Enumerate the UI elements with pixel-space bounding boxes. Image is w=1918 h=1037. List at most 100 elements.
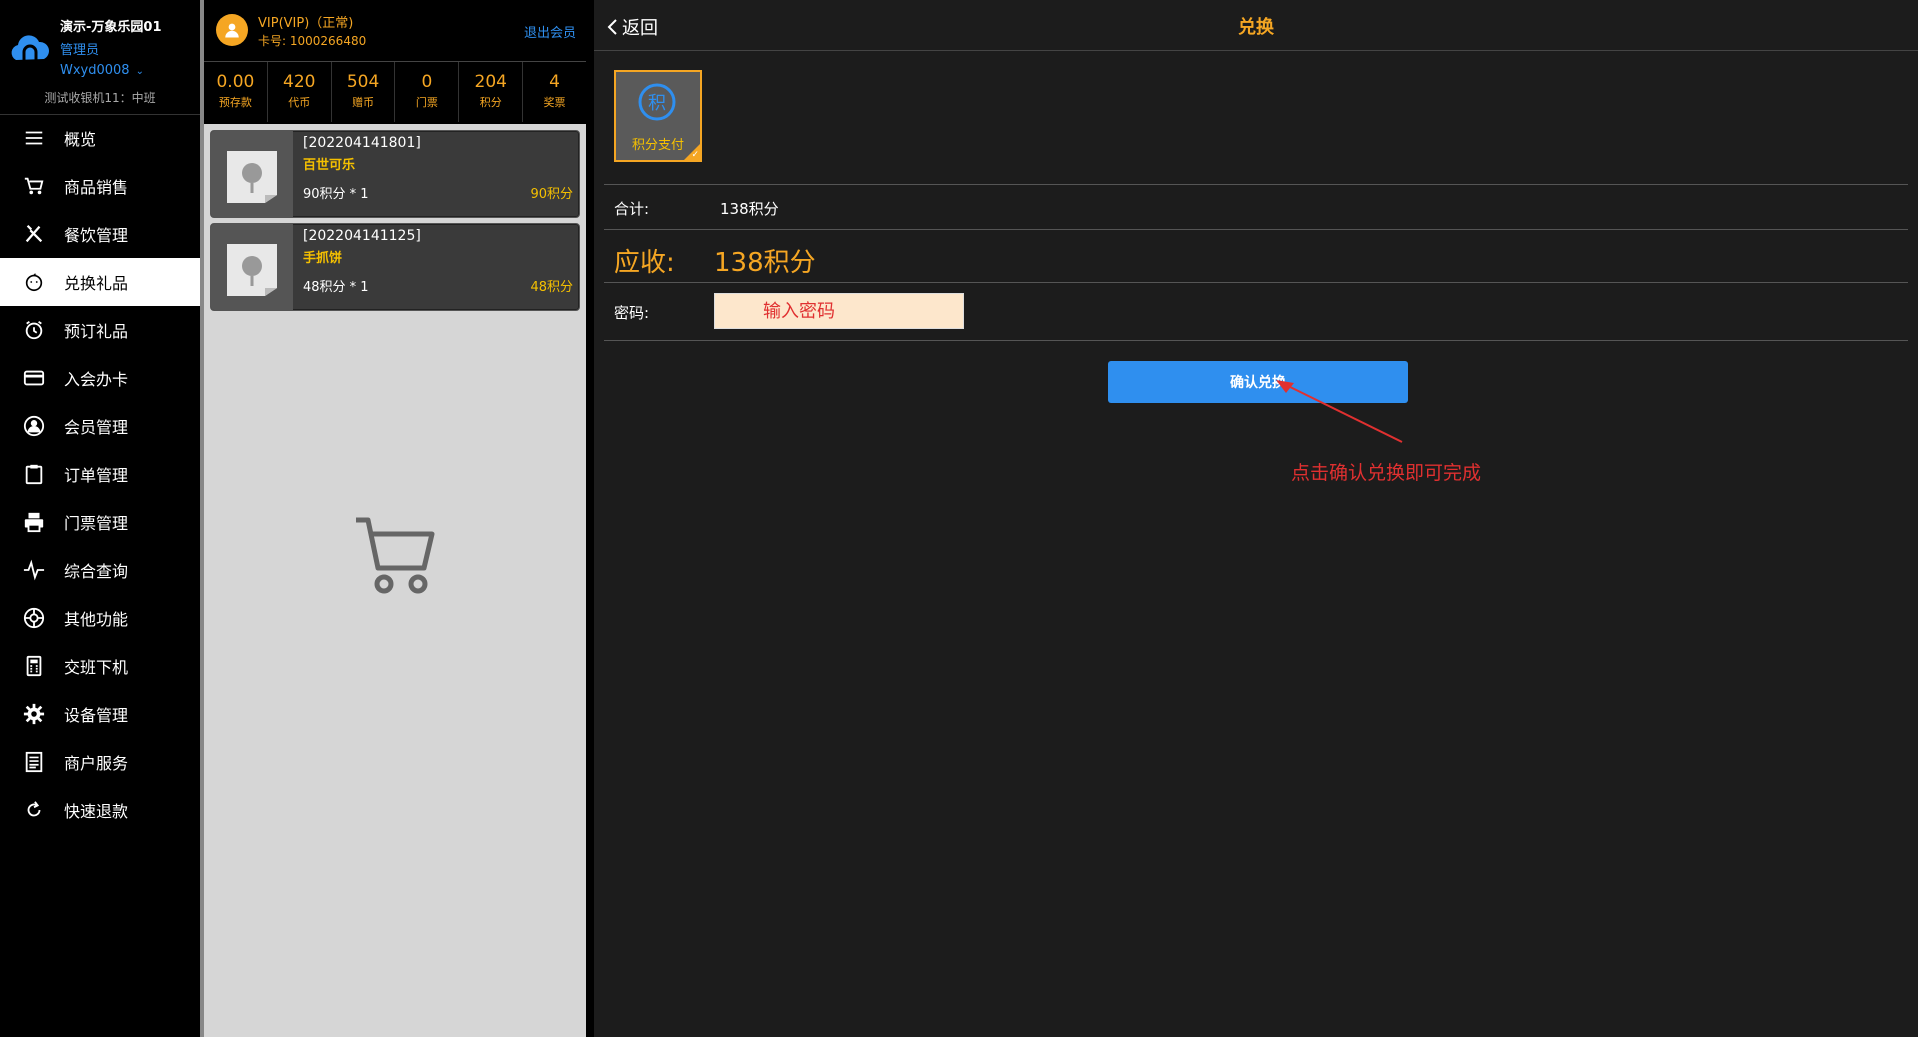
user-role: 管理员: [60, 43, 100, 58]
logout-member-link[interactable]: 退出会员: [524, 22, 576, 41]
divider: [604, 229, 1908, 230]
redeem-panel: 返回 兑换 积 积分支付 ✓ 合计: 138积分 应收: 138积分 密码: 确…: [594, 0, 1918, 1037]
fork-knife-icon: [22, 222, 46, 246]
top-bar: 返回 兑换: [594, 0, 1918, 51]
stat-value: 4: [549, 72, 560, 92]
stat-lottery-tickets: 4 奖票: [523, 62, 586, 122]
member-avatar-icon: [216, 14, 248, 46]
gear-icon: [22, 702, 46, 726]
menu-icon: [22, 126, 46, 150]
cart-item-price: 90积分: [530, 187, 573, 202]
sidebar-item-label: 商户服务: [64, 754, 129, 773]
product-placeholder-icon: [211, 131, 293, 217]
points-payment-option[interactable]: 积 积分支付 ✓: [614, 70, 702, 162]
page-title: 兑换: [1238, 17, 1274, 38]
sidebar-item-label: 商品销售: [64, 178, 129, 197]
cart-item-code: [202204141125]: [303, 228, 421, 244]
total-label: 合计:: [614, 200, 650, 218]
stat-value: 0.00: [216, 72, 255, 92]
cart-icon: [22, 174, 46, 198]
sidebar-item-label: 综合查询: [64, 562, 129, 581]
sidebar-item-shift-handover[interactable]: 交班下机: [0, 642, 200, 690]
sidebar-item-label: 兑换礼品: [64, 274, 129, 293]
cart-item-code: [202204141801]: [303, 135, 421, 151]
stat-value: 0: [421, 72, 433, 92]
annotation-text: 点击确认兑换即可完成: [1291, 462, 1482, 484]
user-menu[interactable]: Wxyd0008 ⌄: [60, 63, 144, 78]
sidebar-item-label: 预订礼品: [64, 322, 129, 341]
annotation-arrow-icon: [1276, 380, 1403, 443]
back-button[interactable]: 返回: [606, 14, 658, 40]
credit-card-icon: [22, 366, 46, 390]
amount-due-label: 应收:: [614, 248, 675, 278]
divider: [604, 282, 1908, 283]
sidebar-item-product-sales[interactable]: 商品销售: [0, 162, 200, 210]
refresh-icon: [22, 798, 46, 822]
sidebar-item-label: 概览: [64, 130, 97, 149]
user-icon: [22, 414, 46, 438]
sidebar: 演示-万象乐园01 管理员 Wxyd0008 ⌄ 测试收银机11：中班 概览 商品…: [0, 0, 200, 1037]
sidebar-item-other-functions[interactable]: 其他功能: [0, 594, 200, 642]
shift-info: 测试收银机11：中班: [44, 91, 156, 105]
product-placeholder-icon: [211, 224, 293, 310]
stat-label: 奖票: [543, 96, 566, 109]
card-number: 卡号: 1000266480: [258, 32, 366, 49]
stat-label: 门票: [415, 96, 438, 109]
stat-tokens: 420 代币: [268, 62, 332, 122]
cart-item-price: 48积分: [530, 280, 573, 295]
brand-header: 演示-万象乐园01 管理员 Wxyd0008 ⌄ 测试收银机11：中班: [0, 0, 200, 115]
cart-item[interactable]: [202204141801] 百世可乐 90积分 * 1 90积分: [210, 130, 580, 218]
stat-tickets: 0 门票: [395, 62, 460, 122]
stat-label: 代币: [288, 96, 311, 109]
chevron-left-icon: [607, 19, 617, 35]
sidebar-item-quick-refund[interactable]: 快速退款: [0, 786, 200, 834]
stat-value: 504: [346, 72, 380, 92]
cart-item-name: 百世可乐: [303, 158, 356, 173]
pulse-icon: [22, 558, 46, 582]
sidebar-item-catering[interactable]: 餐饮管理: [0, 210, 200, 258]
sidebar-item-order-management[interactable]: 订单管理: [0, 450, 200, 498]
cart-item-name: 手抓饼: [303, 251, 343, 266]
sidebar-item-merchant-service[interactable]: 商户服务: [0, 738, 200, 786]
stat-bonus-coins: 504 赠币: [332, 62, 396, 122]
sidebar-item-query[interactable]: 综合查询: [0, 546, 200, 594]
card-number-label: 卡号:: [258, 34, 287, 48]
member-info: VIP(VIP)（正常) 卡号: 1000266480 退出会员 0.00 预存款…: [204, 0, 586, 124]
cart-item[interactable]: [202204141125] 手抓饼 48积分 * 1 48积分: [210, 223, 580, 311]
amount-due-value: 138积分: [714, 248, 816, 278]
total-value: 138积分: [720, 200, 779, 218]
sidebar-item-ticket-management[interactable]: 门票管理: [0, 498, 200, 546]
back-label: 返回: [622, 18, 658, 39]
sidebar-item-label: 其他功能: [64, 610, 129, 629]
stat-value: 204: [474, 72, 507, 92]
divider: [604, 184, 1908, 185]
alarm-clock-icon: [22, 318, 46, 342]
cart-item-quantity: 48积分 * 1: [303, 280, 369, 295]
card-number-value: 1000266480: [289, 34, 367, 48]
sidebar-item-label: 门票管理: [64, 514, 129, 533]
chevron-down-icon: ⌄: [135, 66, 144, 77]
sidebar-item-membership-card[interactable]: 入会办卡: [0, 354, 200, 402]
password-label: 密码:: [614, 304, 650, 322]
sidebar-item-reserve-gift[interactable]: 预订礼品: [0, 306, 200, 354]
cloud-logo-icon: [11, 35, 49, 60]
sidebar-item-redeem-gift[interactable]: 兑换礼品: [0, 258, 200, 306]
sidebar-item-label: 餐饮管理: [64, 226, 129, 245]
points-badge-icon: 积: [638, 83, 676, 121]
sidebar-item-device-management[interactable]: 设备管理: [0, 690, 200, 738]
check-icon: ✓: [691, 150, 699, 160]
vip-level: VIP(VIP)（正常): [258, 16, 354, 31]
stat-value: 420: [283, 72, 316, 92]
store-name: 演示-万象乐园01: [60, 20, 162, 35]
sidebar-item-label: 快速退款: [64, 802, 129, 821]
sidebar-item-member-management[interactable]: 会员管理: [0, 402, 200, 450]
aperture-icon: [22, 606, 46, 630]
shopping-cart-icon: [356, 517, 435, 594]
gift-icon: [22, 270, 46, 294]
cart-item-quantity: 90积分 * 1: [303, 187, 369, 202]
password-input[interactable]: [714, 293, 964, 329]
sidebar-item-overview[interactable]: 概览: [0, 114, 200, 162]
user-name: Wxyd0008: [60, 63, 130, 78]
printer-icon: [22, 510, 46, 534]
document-icon: [22, 750, 46, 774]
